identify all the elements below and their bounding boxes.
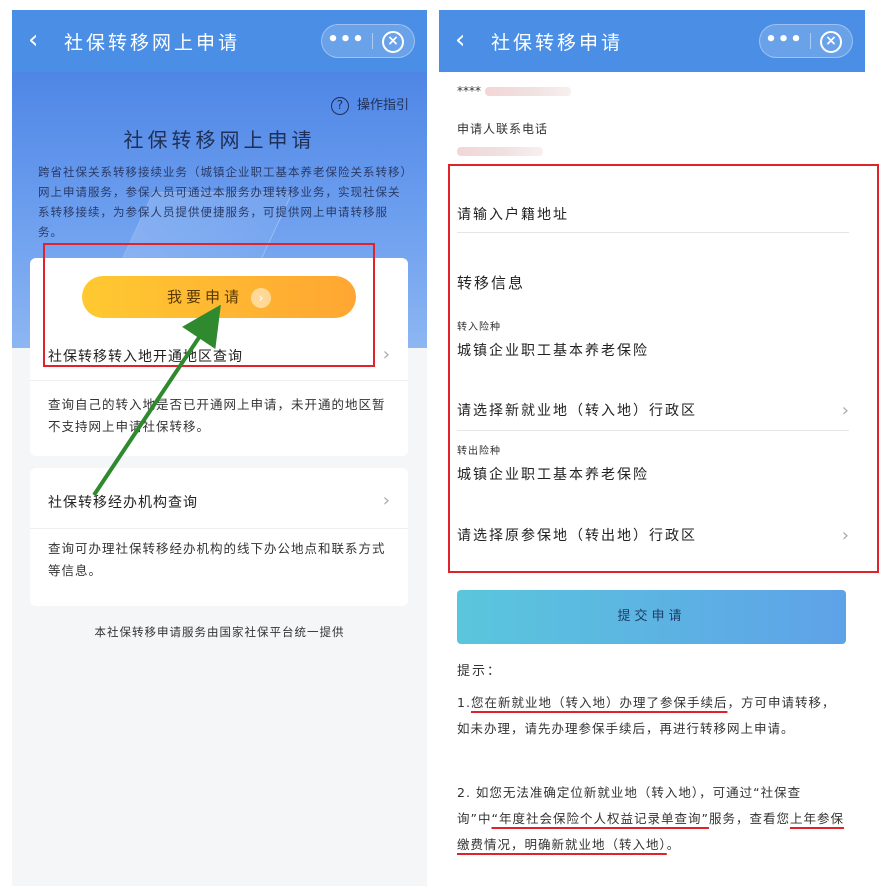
masked-id-value: **** <box>457 84 571 98</box>
masked-id: **** <box>457 84 481 98</box>
page-title: 社保转移网上申请 <box>64 32 241 54</box>
help-icon: ? <box>330 96 349 115</box>
title-bar: ‹ 社保转移申请 ••• × <box>439 10 865 72</box>
phone-label: 申请人联系电话 <box>457 122 549 136</box>
footer-note: 本社保转移申请服务由国家社保平台统一提供 <box>94 625 345 639</box>
query-agency-link[interactable]: 社保转移经办机构查询 <box>48 492 198 512</box>
close-icon[interactable]: × <box>382 31 404 53</box>
chevron-right-icon: › <box>382 490 390 511</box>
close-icon[interactable]: × <box>820 31 842 53</box>
tip-2-highlight-a: “年度社会保险个人权益记录单查询” <box>491 811 709 826</box>
divider <box>30 528 408 529</box>
redacted-value <box>484 87 571 96</box>
operation-guide-link[interactable]: ? 操作指引 <box>330 94 409 115</box>
tip-2-text-c: 。 <box>666 837 681 852</box>
hero-title: 社保转移网上申请 <box>123 128 316 152</box>
tip-2-text-b: 服务，查看您 <box>708 811 790 826</box>
chevron-right-icon: › <box>382 344 390 365</box>
hero-description: 跨省社保关系转移接续业务（城镇企业职工基本养老保险关系转移）网上申请服务，参保人… <box>38 165 408 239</box>
mini-program-capsule: ••• × <box>759 24 853 58</box>
tip-1: 1.您在新就业地（转入地）办理了参保手续后，方可申请转移，如未办理，请先办理参保… <box>457 690 847 742</box>
phone-value <box>457 144 543 158</box>
submit-button[interactable]: 提交申请 <box>457 590 846 644</box>
capsule-divider <box>372 33 373 49</box>
query-agency-description: 查询可办理社保转移经办机构的线下办公地点和联系方式等信息。 <box>48 541 386 578</box>
query-region-description: 查询自己的转入地是否已开通网上申请，未开通的地区暂不支持网上申请社保转移。 <box>48 397 386 434</box>
more-icon[interactable]: ••• <box>322 25 370 57</box>
back-icon[interactable]: ‹ <box>455 26 479 54</box>
tip-1-number: 1. <box>457 695 471 710</box>
title-bar: ‹ 社保转移网上申请 ••• × <box>12 10 427 72</box>
highlight-box-form <box>448 164 879 573</box>
guide-label: 操作指引 <box>356 98 409 113</box>
tip-2: 2. 如您无法准确定位新就业地（转入地），可通过“社保查询”中“年度社会保险个人… <box>457 780 847 858</box>
divider <box>30 380 408 381</box>
tip-1-highlight: 您在新就业地（转入地）办理了参保手续后 <box>470 695 728 710</box>
mini-program-capsule: ••• × <box>321 24 415 58</box>
left-screen: ‹ 社保转移网上申请 ••• × ? 操作指引 社保转移网上申请 跨省社保关系转移… <box>12 10 427 886</box>
back-icon[interactable]: ‹ <box>28 26 52 54</box>
highlight-box-apply <box>43 243 375 367</box>
more-icon[interactable]: ••• <box>760 25 808 57</box>
tips-title: 提示： <box>457 664 503 679</box>
page-title: 社保转移申请 <box>491 32 624 54</box>
agency-card: 社保转移经办机构查询 › 查询可办理社保转移经办机构的线下办公地点和联系方式等信… <box>30 468 408 606</box>
redacted-value <box>457 147 543 156</box>
capsule-divider <box>810 33 811 49</box>
